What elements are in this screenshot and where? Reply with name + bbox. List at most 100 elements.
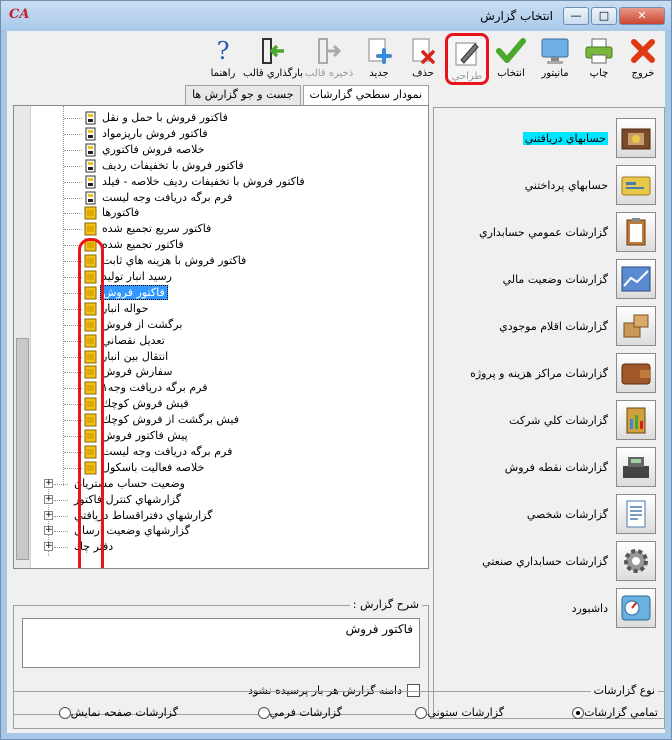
tree-item[interactable]: تعديل نقصاني [100, 333, 167, 349]
load-template-button[interactable]: بارگذاري قالب [243, 33, 303, 85]
report-doc-icon [84, 159, 97, 173]
save-template-button[interactable]: ذخيره قالب [301, 33, 357, 85]
client-area: خروج چاپ مانيتور انتخاب طراحي حذف جديد ذ… [7, 31, 665, 733]
monitor-icon [539, 36, 571, 66]
radio-column-reports[interactable]: گزارشات ستوني [410, 706, 504, 719]
report-doc-icon [84, 111, 97, 125]
radio-all-reports[interactable]: تمامي گزارشات [567, 706, 658, 719]
window-title: انتخاب گزارش [480, 9, 553, 23]
category-personal[interactable]: گزارشات شخصي [442, 494, 656, 534]
category-panel: حسابهاي دريافتني حسابهاي پرداختني گزارشا… [433, 107, 665, 719]
expand-plus-icon[interactable]: + [44, 478, 53, 488]
report-select-window: CA انتخاب گزارش — □ ✕ خروج چاپ مانيتور ا… [0, 0, 672, 740]
printer-icon [583, 36, 615, 66]
radio-form-reports[interactable]: گزارشات فرمي [253, 706, 342, 719]
new-doc-icon [363, 36, 395, 66]
tree-item[interactable]: فاكتور سريع تجميع شده [100, 221, 213, 237]
tree-item[interactable]: پيش فاكتور فروش [100, 428, 190, 444]
tree-item[interactable]: فاكتور فروش با حمل و نقل [100, 110, 230, 126]
category-financial-status[interactable]: گزارشات وضعيت مالي [442, 259, 656, 299]
tree-scrollbar[interactable] [14, 106, 31, 568]
receivable-icon [616, 118, 656, 158]
category-cost-centers[interactable]: گزارشات مراكز هزينه و پروژه [442, 353, 656, 393]
print-button[interactable]: چاپ [577, 33, 621, 85]
category-inventory[interactable]: گزارشات اقلام موجودي [442, 306, 656, 346]
tree-item[interactable]: سفارش فروش [100, 364, 174, 380]
tree-item[interactable]: حواله انبار [100, 301, 150, 317]
select-button[interactable]: انتخاب [489, 33, 533, 85]
expand-plus-icon[interactable]: + [44, 526, 53, 536]
tree-item[interactable]: فرم برگه دريافت وجه ليست [100, 190, 234, 206]
report-tree[interactable]: فاكتور فروش با حمل و نقل فاكتور فروش بارپ… [13, 105, 429, 569]
close-button[interactable]: ✕ [619, 7, 665, 25]
radio-column-reports-dot[interactable] [415, 706, 428, 719]
category-payable[interactable]: حسابهاي پرداختني [442, 165, 656, 205]
app-logo: CA [9, 7, 30, 22]
tree-item[interactable]: فاكتور فروش با تخفيفات رديف خلاصه - فيلد [100, 174, 307, 190]
tree-item[interactable]: خلاصه فروش فاكتوري [100, 142, 206, 158]
category-dashboard[interactable]: داشبورد [442, 588, 656, 628]
report-folder-icon [84, 222, 97, 236]
pen-design-icon [451, 39, 483, 69]
report-doc-icon [84, 191, 97, 205]
tree-item[interactable]: فاكتور فروش [100, 284, 168, 301]
expand-plus-icon[interactable]: + [44, 542, 53, 552]
expand-plus-icon[interactable]: + [44, 510, 53, 520]
radio-screen-reports[interactable]: گزارشات صفحه نمايش [54, 706, 178, 719]
title-bar[interactable]: CA انتخاب گزارش — □ ✕ [1, 1, 671, 31]
delete-button[interactable]: حذف [401, 33, 445, 85]
question-mark-icon: ? [216, 37, 230, 65]
tree-item[interactable]: فاكتور فروش بارپزمواد [100, 126, 210, 142]
radio-screen-reports-dot[interactable] [58, 706, 71, 719]
tree-item[interactable]: خلاصه فعاليت باسكول [100, 460, 206, 476]
help-button[interactable]: ? راهنما [201, 33, 245, 85]
wallet-icon [616, 353, 656, 393]
tree-item[interactable]: فيش برگشت از فروش كوچك [100, 412, 241, 428]
delete-doc-icon [407, 36, 439, 66]
tab-search-reports[interactable]: جست و جو گزارش ها [185, 85, 301, 105]
monitor-button[interactable]: مانيتور [533, 33, 577, 85]
tree-item[interactable]: برگشت از فروش [100, 317, 184, 333]
tree-item[interactable]: فيش فروش كوچك [100, 396, 191, 412]
category-industrial-accounting[interactable]: گزارشات حسابداري صنعتي [442, 541, 656, 581]
category-receivable[interactable]: حسابهاي دريافتني [442, 118, 656, 158]
tree-item[interactable]: فاكتور تجميع شده [100, 237, 186, 253]
tab-summary-chart[interactable]: نمودار سطحي گزارشات [302, 85, 429, 106]
boxes-icon [616, 306, 656, 346]
category-company-overall[interactable]: گزارشات كلي شركت [442, 400, 656, 440]
exit-icon [627, 36, 659, 66]
tree-item[interactable]: رسيد انبار توليد [100, 269, 174, 285]
gear-icon [616, 541, 656, 581]
expand-plus-icon[interactable]: + [44, 494, 53, 504]
report-doc-icon [84, 175, 97, 189]
radio-form-reports-dot[interactable] [257, 706, 270, 719]
report-type-group: نوع گزارشات تمامي گزارشات گزارشات ستوني … [13, 684, 665, 729]
new-button[interactable]: جديد [357, 33, 401, 85]
radio-all-reports-dot[interactable] [572, 706, 585, 719]
exit-button[interactable]: خروج [621, 33, 665, 85]
chart-icon [616, 259, 656, 299]
tree-item[interactable]: فاكتور فروش با هزينه هاي ثابت [100, 253, 248, 269]
clipboard-icon [616, 212, 656, 252]
tree-item[interactable]: فاكتورها [100, 205, 141, 221]
report-type-title: نوع گزارشات [590, 684, 658, 697]
maximize-button[interactable]: □ [591, 7, 617, 25]
scrollbar-thumb[interactable] [16, 338, 29, 560]
tab-strip: نمودار سطحي گزارشات جست و جو گزارش ها [13, 85, 429, 106]
report-folder-icon [84, 206, 97, 220]
minimize-button[interactable]: — [563, 7, 589, 25]
category-general-accounting[interactable]: گزارشات عمومي حسابداري [442, 212, 656, 252]
tree-item[interactable]: انتقال بين انبار [100, 349, 170, 365]
save-template-icon [313, 36, 345, 66]
tree-item[interactable]: فرم برگه دريافت وجه١ [100, 380, 210, 396]
design-button[interactable]: طراحي [445, 33, 489, 85]
report-doc-icon [84, 127, 97, 141]
report-doc-icon [84, 143, 97, 157]
category-point-of-sale[interactable]: گزارشات نقطه فروش [442, 447, 656, 487]
description-textbox[interactable]: فاكتور فروش [22, 618, 420, 668]
checkmark-icon [495, 36, 527, 66]
highlight-oval [78, 238, 104, 568]
tree-item[interactable]: فاكتور فروش با تخفيفات رديف [100, 158, 246, 174]
tree-item[interactable]: فرم برگه دريافت وجه ليست [100, 444, 234, 460]
load-template-icon [257, 36, 289, 66]
